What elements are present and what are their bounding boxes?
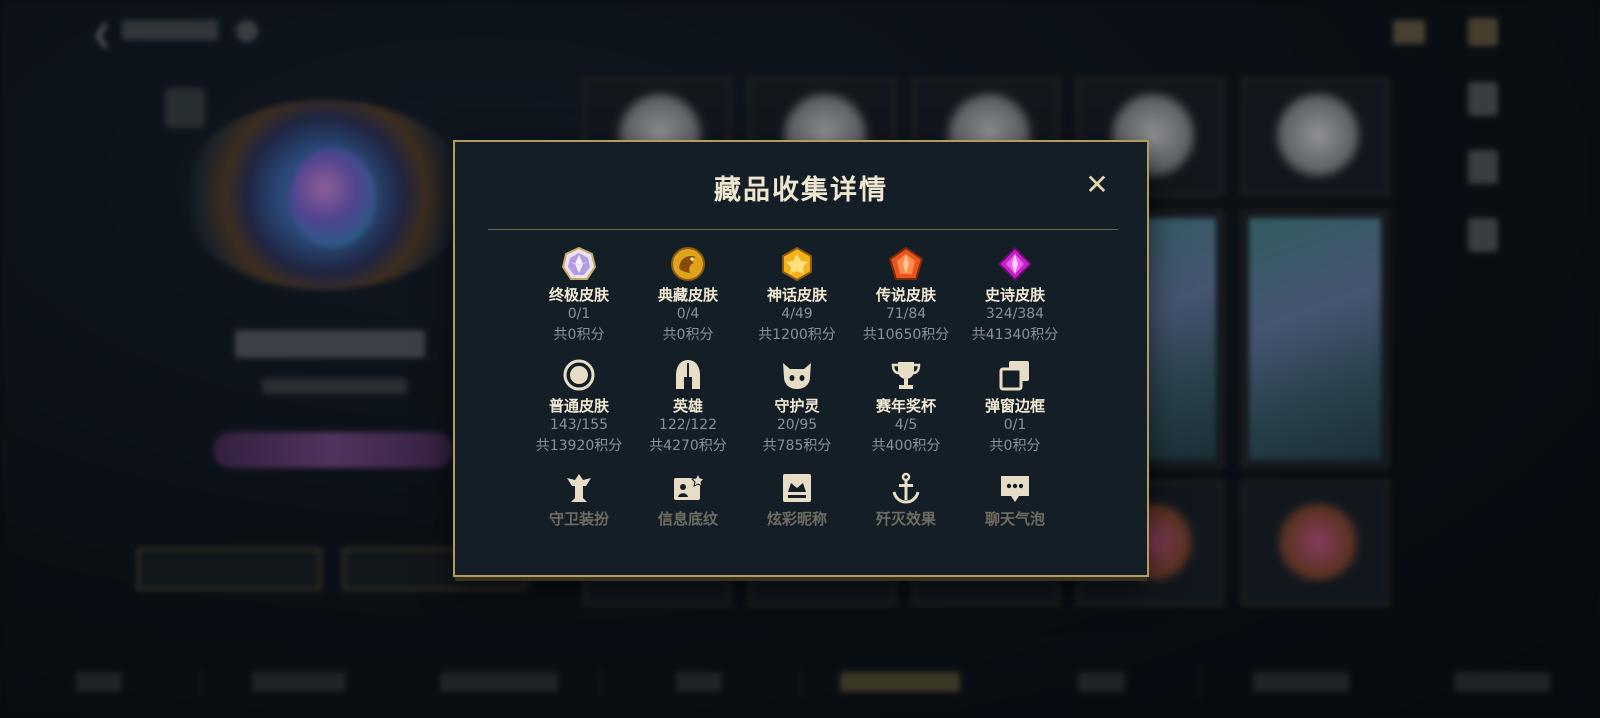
category-chat-bubble[interactable]: 聊天气泡	[955, 470, 1075, 529]
category-label: 守卫装扮	[548, 510, 609, 528]
category-count: 0/4	[676, 306, 700, 322]
category-label: 炫彩昵称	[766, 510, 827, 528]
legendary-skin-gem-icon	[888, 246, 924, 280]
category-label: 聊天气泡	[984, 510, 1045, 528]
category-count: 71/84	[885, 306, 927, 322]
category-info-card[interactable]: 信息底纹	[628, 470, 748, 529]
category-points: 共0积分	[662, 327, 714, 343]
category-collector-skin[interactable]: 典藏皮肤 0/4 共0积分	[628, 246, 748, 344]
ward-skin-icon	[567, 474, 591, 502]
category-common-skin[interactable]: 普通皮肤 143/155 共13920积分	[519, 357, 639, 455]
title-divider	[488, 229, 1118, 230]
guardian-spirit-icon	[783, 363, 811, 389]
category-count: 4/49	[781, 306, 813, 322]
category-count: 0/1	[1003, 417, 1027, 433]
category-points: 共0积分	[553, 327, 605, 343]
chat-bubble-icon	[1001, 476, 1029, 502]
season-trophy-icon	[891, 362, 921, 389]
category-epic-skin[interactable]: 史诗皮肤 324/384 共41340积分	[955, 246, 1075, 344]
category-count: 0/1	[567, 306, 591, 322]
category-points: 共41340积分	[971, 327, 1059, 343]
category-label: 传说皮肤	[875, 286, 936, 304]
category-champion[interactable]: 英雄 122/122 共4270积分	[628, 357, 748, 455]
category-count: 143/155	[549, 417, 609, 433]
kill-effect-icon	[892, 472, 920, 504]
info-card-background-icon	[674, 472, 705, 500]
collection-screen: ❮ 藏品收集详情 ✕ 终极皮肤 0/1 共0积分 典藏皮肤 0/4 共0积分 神…	[0, 0, 1600, 718]
category-label: 英雄	[672, 397, 703, 415]
collection-details-modal: 藏品收集详情 ✕ 终极皮肤 0/1 共0积分 典藏皮肤 0/4 共0积分 神话皮…	[453, 140, 1149, 577]
champion-helmet-icon	[676, 360, 700, 389]
category-label: 赛年奖杯	[875, 397, 936, 415]
popup-frame-icon	[999, 361, 1029, 391]
category-label: 典藏皮肤	[657, 286, 718, 304]
category-points: 共785积分	[762, 438, 832, 454]
mythic-skin-gem-icon	[782, 246, 812, 282]
close-icon[interactable]: ✕	[1082, 170, 1112, 200]
category-legendary-skin[interactable]: 传说皮肤 71/84 共10650积分	[846, 246, 966, 344]
category-count: 4/5	[894, 417, 918, 433]
category-label: 守护灵	[774, 397, 820, 415]
category-ultimate-skin[interactable]: 终极皮肤 0/1 共0积分	[519, 246, 639, 344]
category-label: 歼灭效果	[875, 510, 936, 528]
category-label: 终极皮肤	[548, 286, 609, 304]
category-points: 共10650积分	[862, 327, 950, 343]
category-label: 信息底纹	[657, 510, 718, 528]
category-mythic-skin[interactable]: 神话皮肤 4/49 共1200积分	[737, 246, 857, 344]
category-points: 共1200积分	[758, 327, 836, 343]
category-points: 共400积分	[871, 438, 941, 454]
epic-skin-gem-icon	[997, 246, 1033, 282]
modal-title: 藏品收集详情	[714, 175, 888, 206]
category-label: 普通皮肤	[548, 397, 609, 415]
category-popup-frame[interactable]: 弹窗边框 0/1 共0积分	[955, 357, 1075, 455]
colorful-nickname-icon	[783, 474, 811, 502]
common-skin-ring-icon	[563, 359, 595, 391]
category-label: 史诗皮肤	[984, 286, 1045, 304]
category-points: 共13920积分	[535, 438, 623, 454]
category-kill-effect[interactable]: 歼灭效果	[846, 470, 966, 529]
category-colorful-nickname[interactable]: 炫彩昵称	[737, 470, 857, 529]
category-season-trophy[interactable]: 赛年奖杯 4/5 共400积分	[846, 357, 966, 455]
category-label: 弹窗边框	[984, 397, 1045, 415]
category-count: 20/95	[776, 417, 818, 433]
category-label: 神话皮肤	[766, 286, 827, 304]
category-points: 共0积分	[989, 438, 1041, 454]
category-count: 122/122	[658, 417, 718, 433]
category-ward-skin[interactable]: 守卫装扮	[519, 470, 639, 529]
ultimate-skin-gem-icon	[561, 246, 597, 280]
category-points: 共4270积分	[649, 438, 727, 454]
collector-skin-dragon-icon	[671, 247, 705, 281]
category-count: 324/384	[985, 306, 1045, 322]
category-guardian[interactable]: 守护灵 20/95 共785积分	[737, 357, 857, 455]
